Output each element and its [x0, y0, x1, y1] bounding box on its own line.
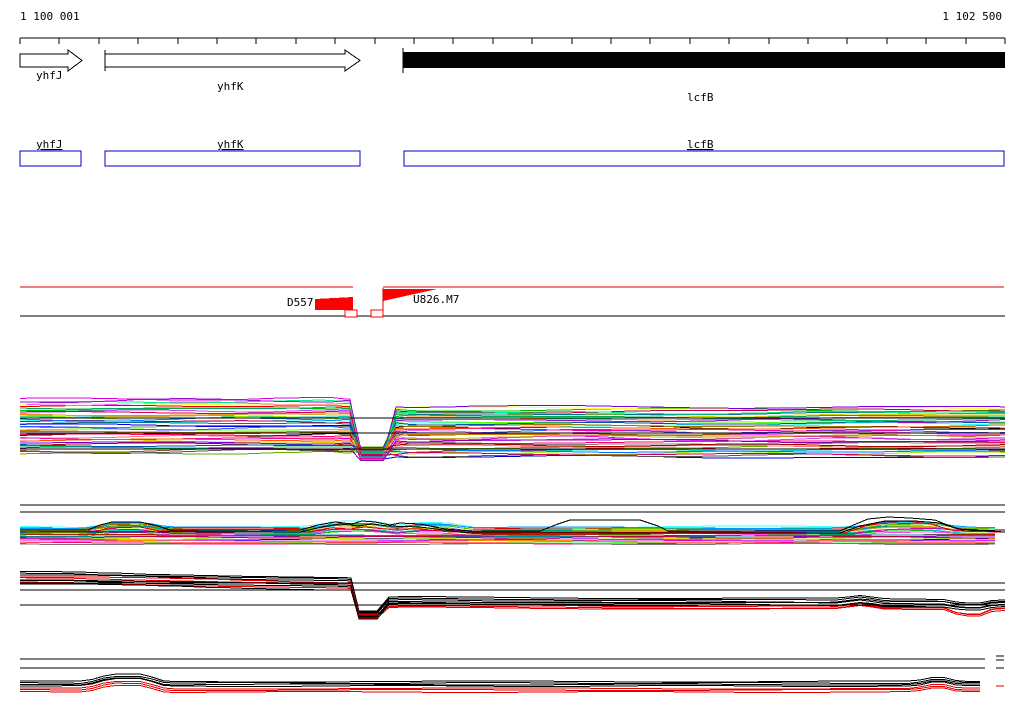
plot-track-1[interactable] [19, 397, 1006, 461]
feature-label-U826.M7: U826.M7 [413, 293, 459, 306]
profile-line [20, 543, 996, 545]
orf-box-lcfB[interactable] [403, 150, 1005, 167]
small-feature-box[interactable] [344, 309, 358, 318]
profile-line [20, 676, 980, 685]
gene-label-yhfK: yhfK [217, 80, 244, 93]
orf-label-yhfK: yhfK [217, 138, 244, 151]
feature-label-D557: D557 [287, 296, 314, 309]
gene-label-yhfJ: yhfJ [36, 69, 63, 82]
gene-block-lcfB[interactable] [403, 52, 1005, 68]
profile-line [19, 540, 996, 543]
orf-label-yhfJ: yhfJ [36, 138, 63, 151]
feature-D557[interactable] [315, 297, 353, 310]
profile-line [20, 673, 980, 683]
gene-arrow-yhfK[interactable] [104, 49, 361, 72]
gene-label-lcfB: lcfB [687, 91, 714, 104]
orf-box-yhfJ[interactable] [19, 150, 82, 167]
gene-arrow-yhfJ[interactable] [19, 49, 83, 72]
genome-browser-window: 1 100 001 1 102 500 yhfJ yhfK lcfB yhfJ yhfK… [0, 0, 1024, 714]
small-feature-box[interactable] [370, 309, 384, 318]
orf-label-lcfB: lcfB [687, 138, 714, 151]
browser-canvas[interactable]: yhfJ yhfK lcfB yhfJ yhfK lcfB D557 U826.M7 [0, 0, 1024, 714]
orf-box-yhfK[interactable] [104, 150, 361, 167]
plot-track-4[interactable] [20, 673, 980, 693]
plot-track-3[interactable] [19, 571, 1005, 620]
